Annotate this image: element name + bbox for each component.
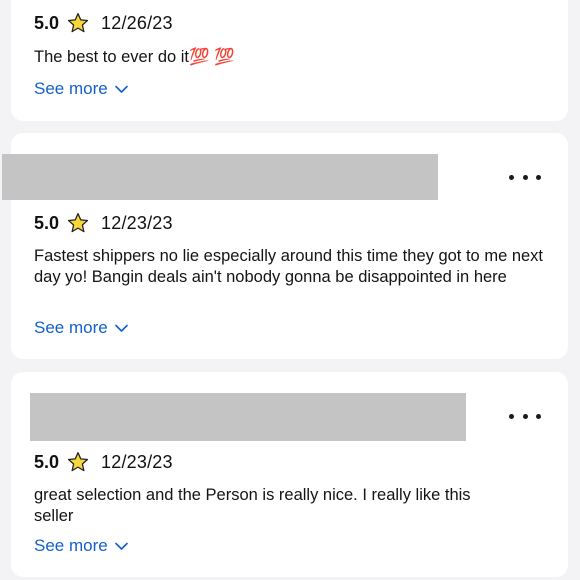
see-more-link[interactable]: See more (34, 79, 128, 99)
star-icon (67, 13, 89, 33)
rating-row: 5.0 12/26/23 (34, 11, 173, 35)
see-more-label: See more (34, 318, 108, 337)
see-more-label: See more (34, 79, 108, 98)
see-more-link[interactable]: See more (34, 536, 128, 556)
rating-value: 5.0 (34, 12, 60, 33)
star-icon (67, 213, 89, 233)
review-text: great selection and the Person is really… (34, 486, 471, 525)
more-options-icon[interactable] (509, 168, 541, 186)
rating-row: 5.0 12/23/23 (34, 211, 173, 235)
review-card: 5.0 12/26/23 The best to ever do it💯 💯 S… (11, 0, 568, 121)
review-date: 12/23/23 (101, 451, 173, 472)
chevron-down-icon (114, 324, 128, 332)
star-icon (67, 452, 89, 472)
chevron-down-icon (114, 85, 128, 93)
review-date: 12/26/23 (101, 12, 173, 33)
redacted-reviewer-name (30, 393, 466, 441)
rating-value: 5.0 (34, 451, 60, 472)
redacted-reviewer-name (2, 154, 438, 200)
rating-row: 5.0 12/23/23 (34, 450, 173, 474)
see-more-label: See more (34, 536, 108, 555)
review-date: 12/23/23 (101, 212, 173, 233)
review-text: The best to ever do it💯 💯 (34, 48, 235, 66)
review-text: Fastest shippers no lie especially aroun… (34, 247, 544, 286)
chevron-down-icon (114, 542, 128, 550)
more-options-icon[interactable] (509, 407, 541, 425)
see-more-link[interactable]: See more (34, 318, 128, 338)
rating-value: 5.0 (34, 212, 60, 233)
review-card: 5.0 12/23/23 great selection and the Per… (11, 372, 568, 577)
